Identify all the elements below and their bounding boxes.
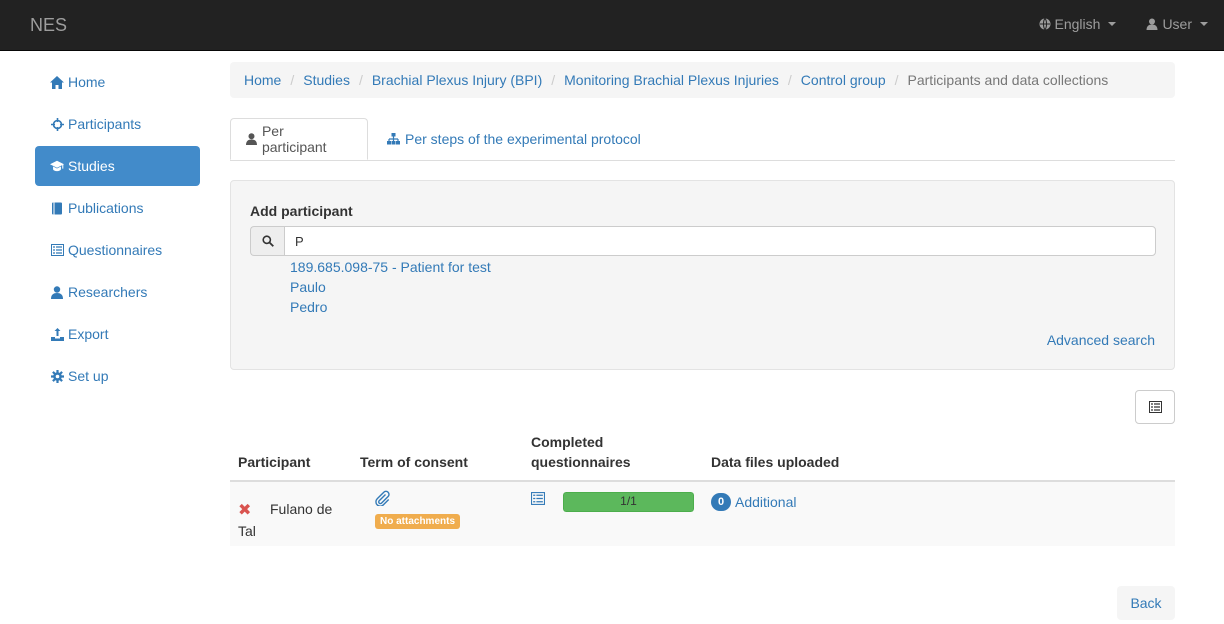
- home-icon: [50, 75, 64, 89]
- table-row: ✖ Fulano de Tal No attachments 1/1 0 Add…: [230, 482, 1175, 546]
- table-header: Participant Term of consent Completed qu…: [230, 430, 1175, 482]
- book-icon: [50, 201, 64, 215]
- column-header-data-files: Data files uploaded: [711, 454, 840, 470]
- user-icon: [246, 133, 257, 145]
- back-button[interactable]: Back: [1117, 586, 1175, 620]
- participants-table: Participant Term of consent Completed qu…: [230, 430, 1175, 546]
- top-navbar: NES English User: [0, 0, 1224, 51]
- tab-per-steps[interactable]: Per steps of the experimental protocol: [372, 118, 656, 160]
- list-view-button[interactable]: [1135, 390, 1175, 424]
- user-label: User: [1162, 16, 1192, 32]
- suggestion-list: 189.685.098-75 - Patient for test Paulo …: [290, 257, 491, 317]
- crosshair-icon: [50, 117, 64, 131]
- sidebar-item-participants[interactable]: Participants: [35, 104, 200, 144]
- breadcrumb-study[interactable]: Brachial Plexus Injury (BPI): [372, 72, 542, 88]
- sidebar-item-home[interactable]: Home: [35, 62, 200, 102]
- list-alt-icon: [50, 243, 64, 257]
- breadcrumb-separator: /: [787, 72, 792, 88]
- suggestion-item[interactable]: 189.685.098-75 - Patient for test: [290, 257, 491, 277]
- language-dropdown[interactable]: English: [1039, 16, 1117, 32]
- breadcrumb: Home / Studies / Brachial Plexus Injury …: [230, 62, 1175, 98]
- sidebar-item-label: Home: [68, 74, 106, 90]
- sidebar-item-label: Set up: [68, 368, 109, 384]
- cog-icon: [50, 369, 64, 383]
- breadcrumb-group[interactable]: Control group: [801, 72, 886, 88]
- sitemap-icon: [387, 133, 400, 145]
- tab-label: Per participant: [261, 123, 327, 155]
- add-participant-label: Add participant: [250, 203, 353, 219]
- breadcrumb-separator: /: [894, 72, 899, 88]
- user-dropdown[interactable]: User: [1146, 16, 1208, 32]
- sidebar-item-setup[interactable]: Set up: [35, 356, 200, 396]
- breadcrumb-home[interactable]: Home: [244, 72, 281, 88]
- globe-icon: [1039, 18, 1051, 30]
- search-icon: [250, 226, 284, 256]
- column-header-consent: Term of consent: [360, 454, 468, 470]
- data-files-count-badge: 0: [711, 493, 731, 511]
- list-alt-icon: [1148, 401, 1162, 413]
- sidebar-item-label: Participants: [68, 116, 142, 132]
- list-alt-icon[interactable]: [531, 492, 545, 508]
- sidebar-item-label: Researchers: [68, 284, 148, 300]
- language-label: English: [1054, 16, 1101, 32]
- sidebar-item-researchers[interactable]: Researchers: [35, 272, 200, 312]
- column-header-line: questionnaires: [531, 454, 631, 470]
- chevron-down-icon: [1108, 22, 1117, 26]
- progress-bar-fill: 1/1: [563, 492, 694, 512]
- no-attachments-badge: No attachments: [375, 514, 461, 529]
- column-header-questionnaires: Completed questionnaires: [531, 432, 631, 472]
- chevron-down-icon: [1200, 22, 1208, 26]
- tab-bar: Per participant Per steps of the experim…: [230, 118, 1175, 161]
- participant-search-input[interactable]: [284, 226, 1156, 256]
- sidebar-item-label: Publications: [68, 200, 144, 216]
- suggestion-item[interactable]: Paulo: [290, 277, 491, 297]
- graduation-cap-icon: [50, 159, 64, 173]
- breadcrumb-experiment[interactable]: Monitoring Brachial Plexus Injuries: [564, 72, 779, 88]
- questionnaire-progress: 1/1: [563, 492, 694, 512]
- breadcrumb-studies[interactable]: Studies: [303, 72, 350, 88]
- suggestion-item[interactable]: Pedro: [290, 297, 491, 317]
- breadcrumb-separator: /: [551, 72, 556, 88]
- breadcrumb-separator: /: [290, 72, 295, 88]
- sidebar-item-export[interactable]: Export: [35, 314, 200, 354]
- tab-per-participant[interactable]: Per participant: [230, 118, 368, 160]
- sidebar-item-label: Studies: [68, 158, 115, 174]
- sidebar-item-label: Questionnaires: [68, 242, 163, 258]
- advanced-search-link[interactable]: Advanced search: [1047, 332, 1155, 348]
- column-header-line: Completed: [531, 434, 604, 450]
- participant-search-group: [250, 226, 1156, 256]
- sidebar-item-studies[interactable]: Studies: [35, 146, 200, 186]
- sidebar: Home Participants Studies Publications Q…: [35, 62, 200, 398]
- sidebar-item-publications[interactable]: Publications: [35, 188, 200, 228]
- sidebar-item-questionnaires[interactable]: Questionnaires: [35, 230, 200, 270]
- user-icon: [50, 285, 64, 299]
- breadcrumb-current: Participants and data collections: [907, 72, 1109, 88]
- brand-logo[interactable]: NES: [30, 15, 67, 36]
- additional-files-link[interactable]: Additional: [735, 492, 797, 512]
- column-header-participant: Participant: [238, 454, 311, 470]
- navbar-right: English User: [1039, 16, 1208, 32]
- breadcrumb-separator: /: [358, 72, 363, 88]
- add-participant-panel: Add participant 189.685.098-75 - Patient…: [230, 180, 1175, 370]
- tab-label: Per steps of the experimental protocol: [405, 131, 641, 147]
- participant-name[interactable]: Fulano de Tal: [238, 498, 348, 542]
- paperclip-icon[interactable]: [374, 490, 390, 509]
- sidebar-item-label: Export: [68, 326, 109, 342]
- export-icon: [50, 327, 64, 341]
- user-icon: [1146, 18, 1158, 30]
